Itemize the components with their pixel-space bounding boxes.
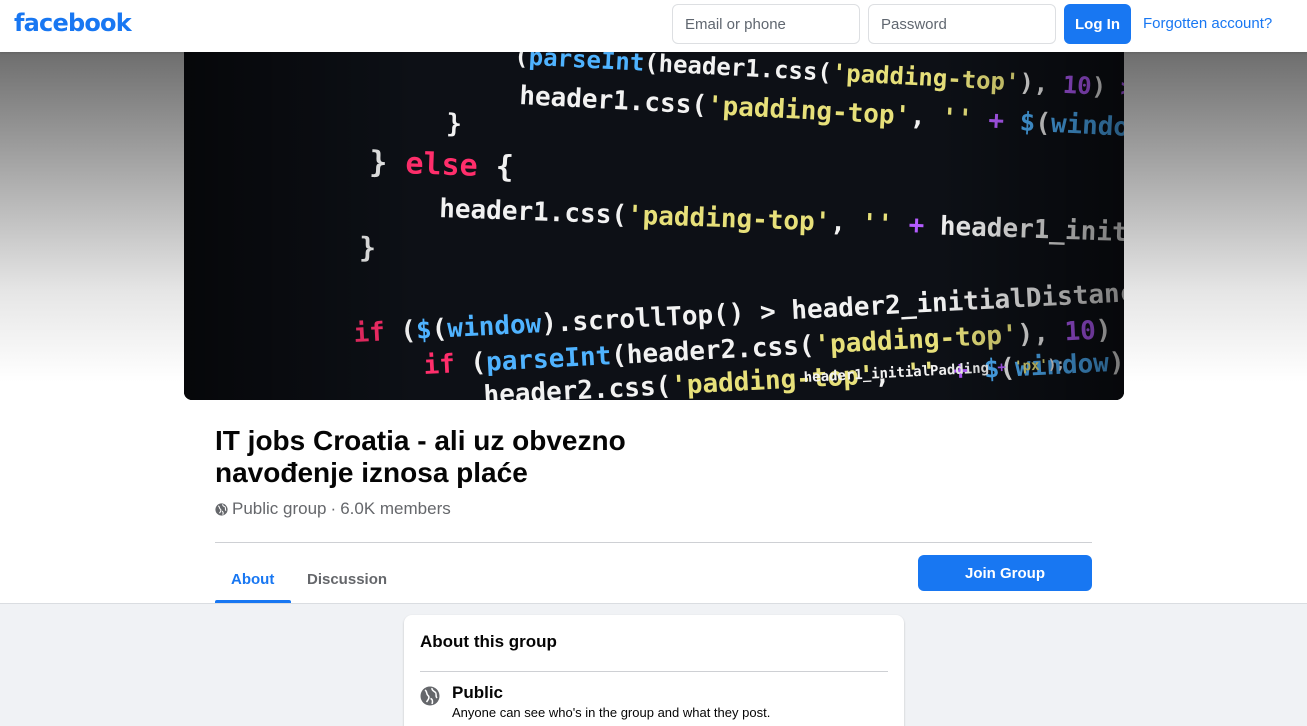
header-divider [215, 542, 1092, 543]
tab-about[interactable]: About [215, 555, 291, 603]
join-group-button[interactable]: Join Group [918, 555, 1092, 591]
group-privacy-label: Public group [232, 499, 327, 518]
card-title: About this group [420, 632, 557, 651]
top-navigation-bar: facebook Log In Forgotten account? [0, 0, 1307, 52]
privacy-description: Anyone can see who's in the group and wh… [452, 705, 771, 720]
log-in-button[interactable]: Log In [1064, 4, 1131, 44]
card-divider [420, 671, 888, 672]
cover-photo[interactable]: (parseInt(header1.css('padding-top'), 10… [184, 52, 1124, 400]
about-group-card: About this group Public Anyone can see w… [404, 615, 904, 726]
email-input[interactable] [672, 4, 860, 44]
globe-icon [420, 686, 440, 706]
tab-discussion[interactable]: Discussion [291, 555, 403, 603]
meta-separator: · [330, 499, 337, 518]
group-name: IT jobs Croatia - ali uz obvezno navođen… [215, 425, 626, 488]
password-input[interactable] [868, 4, 1056, 44]
privacy-title: Public [452, 683, 504, 702]
forgotten-account-link[interactable]: Forgotten account? [1143, 15, 1272, 32]
globe-icon [215, 502, 228, 516]
code-cover-image: (parseInt(header1.css('padding-top'), 10… [184, 52, 1124, 400]
facebook-logo[interactable]: facebook [14, 9, 132, 37]
member-count[interactable]: 6.0K members [340, 499, 451, 519]
group-meta: Public group · 6.0K members [215, 499, 451, 519]
